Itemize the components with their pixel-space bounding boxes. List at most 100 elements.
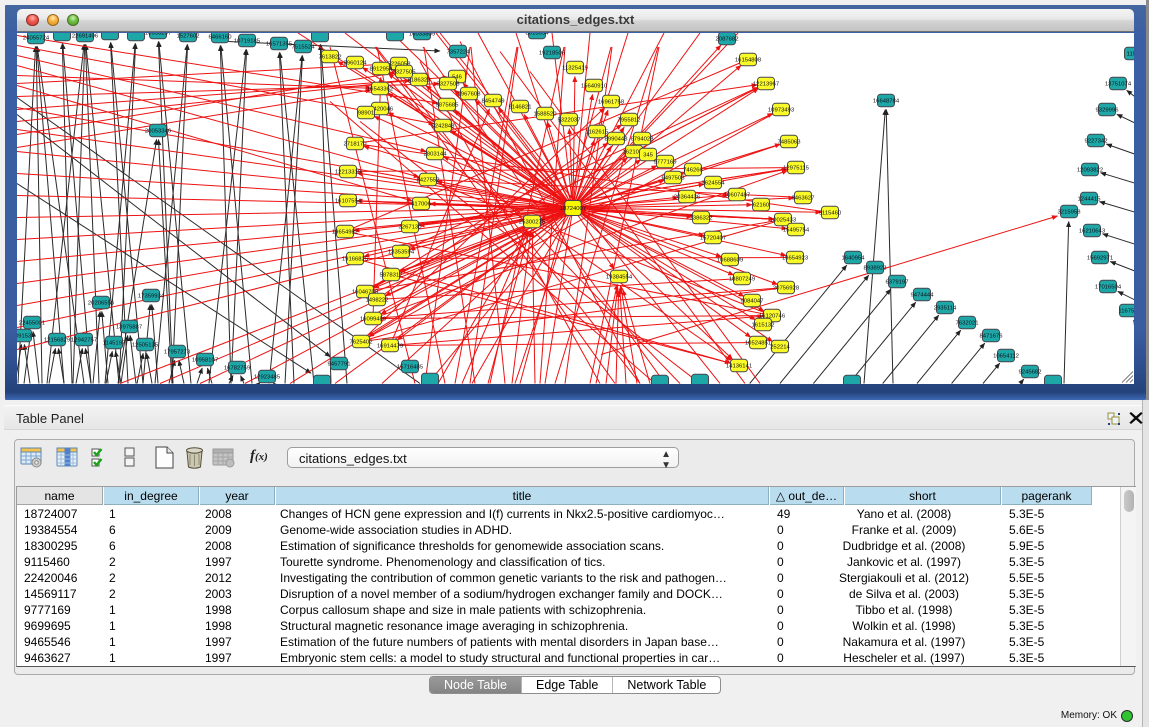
svg-text:9146821: 9146821 [509,104,532,110]
svg-text:62160: 62160 [753,202,770,208]
svg-text:13751074: 13751074 [1105,81,1132,87]
svg-text:12975115: 12975115 [783,165,809,171]
svg-text:22691406: 22691406 [72,33,99,39]
svg-text:20756928: 20756928 [773,285,800,291]
svg-text:10654112: 10654112 [993,353,1019,359]
svg-text:746266: 746266 [683,167,703,173]
svg-text:1162615: 1162615 [586,129,609,135]
svg-text:7485063: 7485063 [778,139,802,145]
svg-text:22455001: 22455001 [19,320,45,326]
svg-text:252214: 252214 [770,344,790,350]
svg-text:8990448: 8990448 [605,136,629,142]
svg-text:9227342: 9227342 [1085,138,1108,144]
svg-text:8454749: 8454749 [482,98,505,104]
svg-text:9457791: 9457791 [328,361,351,367]
svg-text:5322037: 5322037 [558,117,581,123]
svg-text:15495754: 15495754 [783,227,810,233]
svg-text:24055724: 24055724 [23,35,50,41]
svg-text:8938923: 8938923 [864,265,888,271]
svg-text:12942757: 12942757 [71,337,97,343]
svg-text:15716485: 15716485 [397,364,424,370]
svg-text:417006: 417006 [411,201,431,207]
svg-text:1145197: 1145197 [103,340,126,346]
svg-text:19218506: 19218506 [539,50,566,56]
svg-text:345: 345 [643,152,654,158]
svg-text:1588520: 1588520 [534,111,558,117]
svg-text:6794028: 6794028 [631,136,655,142]
svg-text:9115460: 9115460 [819,210,842,216]
svg-text:15720407: 15720407 [700,235,726,241]
svg-text:98901: 98901 [358,110,374,116]
svg-text:16099489: 16099489 [360,316,386,322]
svg-text:16782759: 16782759 [224,365,250,371]
svg-text:116753: 116753 [1118,308,1134,314]
svg-text:9242848: 9242848 [432,123,456,129]
svg-text:8813054: 8813054 [526,33,550,37]
svg-text:2803144: 2803144 [424,151,448,157]
svg-text:1527602: 1527602 [177,33,200,39]
svg-text:5878312: 5878312 [380,272,403,278]
svg-text:9084047: 9084047 [741,298,764,304]
svg-text:13975887: 13975887 [116,324,142,330]
svg-text:16107554: 16107554 [335,198,362,204]
svg-text:18807249: 18807249 [729,276,755,282]
svg-text:7386322: 7386322 [690,215,713,221]
svg-text:11325419: 11325419 [562,65,588,71]
svg-text:6497508: 6497508 [662,175,686,181]
svg-text:19654923: 19654923 [782,255,809,261]
svg-text:2967608: 2967608 [458,91,482,97]
svg-text:12093822: 12093822 [1077,167,1103,173]
svg-text:12213319: 12213319 [335,169,361,175]
svg-text:5875685: 5875685 [436,102,460,108]
svg-text:9327508: 9327508 [437,81,461,87]
svg-text:15692971: 15692971 [1087,255,1113,261]
svg-text:19384554: 19384554 [606,274,633,280]
svg-text:12213967: 12213967 [753,81,779,87]
svg-text:16033809: 16033809 [409,33,435,38]
svg-text:2087682: 2087682 [716,36,739,42]
svg-text:1244415: 1244415 [1078,196,1102,202]
svg-text:2718170: 2718170 [344,141,368,147]
svg-text:25300275: 25300275 [519,219,546,225]
svg-text:9777169: 9777169 [654,159,677,165]
svg-text:1151: 1151 [1127,51,1134,57]
svg-text:16961758: 16961758 [598,99,625,105]
svg-text:16210643: 16210643 [1079,228,1106,234]
svg-text:8471676: 8471676 [980,333,1004,339]
svg-text:9474444: 9474444 [911,292,935,298]
svg-text:15640910: 15640910 [581,83,608,89]
svg-text:16543362: 16543362 [367,86,393,92]
svg-text:12923485: 12923485 [254,374,281,380]
svg-text:20364436: 20364436 [674,194,701,200]
svg-text:10719185: 10719185 [234,38,261,44]
svg-text:10524851: 10524851 [745,340,771,346]
svg-text:9327505: 9327505 [393,69,417,75]
svg-text:16914479: 16914479 [377,343,403,349]
svg-text:10973493: 10973493 [768,107,795,113]
svg-text:6379197: 6379197 [886,279,909,285]
svg-text:6466160: 6466160 [209,34,233,40]
svg-text:16571355: 16571355 [266,41,293,47]
svg-text:1615132: 1615132 [752,322,775,328]
svg-text:7613822: 7613822 [319,54,342,60]
svg-text:20206556: 20206556 [88,300,115,306]
svg-text:7625402: 7625402 [350,339,373,345]
svg-text:14136141: 14136141 [726,363,752,369]
svg-text:16648784: 16648784 [873,98,900,104]
svg-text:2935114: 2935114 [934,305,957,311]
svg-text:10653267: 10653267 [145,33,171,37]
svg-text:17016504: 17016504 [1095,284,1122,290]
svg-text:18724007: 18724007 [560,206,586,212]
svg-text:8912954: 8912954 [370,66,394,72]
svg-text:1498222: 1498222 [366,297,389,303]
svg-text:10688609: 10688609 [717,257,743,263]
svg-text:9245682: 9245682 [1019,369,1042,375]
svg-text:39153: 39153 [17,333,32,339]
svg-text:9329996: 9329996 [1096,107,1120,113]
svg-text:8186323: 8186323 [408,77,432,83]
svg-text:7357224: 7357224 [447,49,471,55]
svg-text:19166825: 19166825 [342,256,369,262]
svg-text:12156829: 12156829 [44,337,70,343]
svg-text:8960124: 8960124 [344,60,368,66]
svg-text:3267130: 3267130 [399,224,423,230]
